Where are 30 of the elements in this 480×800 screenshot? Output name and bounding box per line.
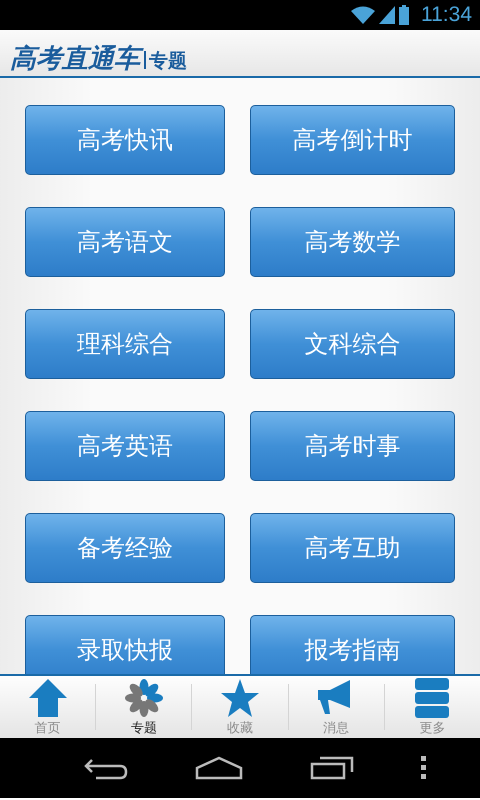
pinwheel-icon <box>124 678 164 718</box>
recent-apps-icon[interactable] <box>310 756 354 780</box>
topic-button[interactable]: 高考互助 <box>250 513 455 583</box>
stack-icon <box>415 678 450 718</box>
topic-button[interactable]: 高考倒计时 <box>250 105 455 175</box>
tab[interactable]: 更多 <box>384 676 480 738</box>
tab[interactable]: 消息 <box>288 676 384 738</box>
signal-icon <box>379 6 395 24</box>
topic-button[interactable]: 高考数学 <box>250 207 455 277</box>
overflow-menu-icon[interactable] <box>420 756 426 780</box>
topic-button[interactable]: 录取快报 <box>25 615 225 674</box>
home-icon <box>28 678 68 718</box>
topic-button[interactable]: 文科综合 <box>250 309 455 379</box>
topic-button[interactable]: 高考快讯 <box>25 105 225 175</box>
tab[interactable]: 收藏 <box>192 676 288 738</box>
status-time: 11:34 <box>421 3 472 27</box>
topic-button[interactable]: 高考语文 <box>25 207 225 277</box>
topic-button[interactable]: 备考经验 <box>25 513 225 583</box>
star-icon <box>220 678 260 718</box>
section-title: 专题 <box>149 51 187 72</box>
tab[interactable]: 专题 <box>96 676 192 738</box>
back-icon[interactable] <box>84 756 128 780</box>
topic-button[interactable]: 高考时事 <box>250 411 455 481</box>
topic-button[interactable]: 高考英语 <box>25 411 225 481</box>
home-icon[interactable] <box>194 756 242 780</box>
topic-button[interactable]: 理科综合 <box>25 309 225 379</box>
tab[interactable]: 首页 <box>0 676 96 738</box>
battery-icon <box>399 5 409 25</box>
wifi-icon <box>351 6 375 24</box>
topic-button[interactable]: 报考指南 <box>250 615 455 674</box>
